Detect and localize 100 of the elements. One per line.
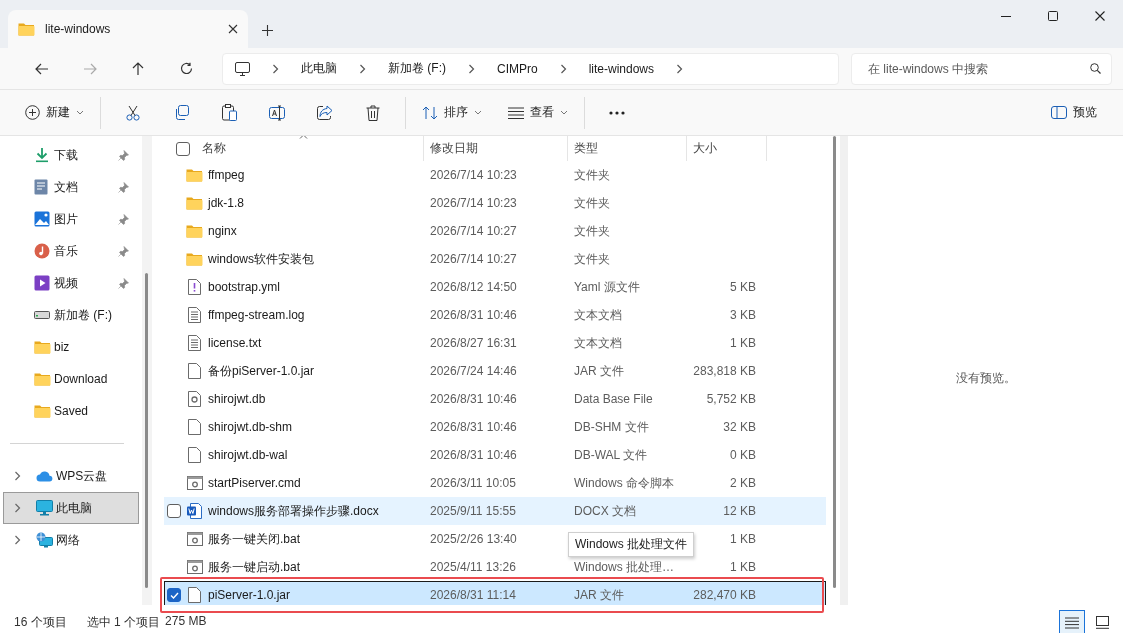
sort-button[interactable]: 排序	[414, 96, 490, 129]
view-button[interactable]: 查看	[500, 96, 576, 129]
date-cell-text: 2026/8/31 10:46	[429, 420, 518, 434]
download-icon	[34, 147, 50, 163]
file-icon	[188, 363, 201, 379]
file-name: 服务一键启动.bat	[208, 558, 300, 576]
music-icon	[34, 243, 50, 259]
breadcrumb-item[interactable]: 新加卷 (F:)	[388, 60, 446, 77]
file-row[interactable]: ffmpeg-stream.log 2026/8/31 10:46 文本文档 3 KB	[164, 301, 826, 329]
preview-pane-icon	[1051, 106, 1067, 119]
folder-icon	[34, 372, 51, 386]
row-checkbox[interactable]	[167, 504, 181, 518]
sort-arrows-icon	[422, 105, 438, 120]
caret-down-icon	[474, 110, 482, 115]
scissors-icon	[126, 104, 140, 121]
details-view-button[interactable]	[1059, 609, 1085, 633]
scrollbar-thumb[interactable]	[145, 273, 148, 588]
type-cell: 文件夹	[574, 195, 610, 210]
file-icon	[188, 587, 201, 603]
sidebar-item[interactable]: 此电脑	[3, 492, 139, 524]
rename-icon	[269, 104, 285, 121]
file-name: shirojwt.db-shm	[208, 420, 293, 434]
script-file-icon	[186, 476, 203, 490]
date-cell-text: 2026/8/31 10:46	[429, 448, 518, 462]
add-tab-icon[interactable]	[262, 25, 273, 36]
column-header[interactable]: 大小	[687, 136, 767, 161]
file-row[interactable]: jdk-1.8 2026/7/14 10:23 文件夹	[164, 189, 826, 217]
type-cell: 文件夹	[574, 223, 610, 238]
select-all-checkbox[interactable]	[176, 141, 190, 156]
breadcrumb-item[interactable]: CIMPro	[497, 61, 538, 76]
type-cell: Data Base File	[574, 392, 653, 406]
forward-arrow-icon	[83, 62, 97, 75]
sidebar-item[interactable]: biz	[0, 331, 139, 363]
file-icon	[188, 419, 201, 435]
row-checkbox[interactable]	[167, 588, 181, 602]
sidebar-item[interactable]: 网络	[3, 524, 139, 556]
sidebar-item[interactable]: 音乐	[0, 235, 139, 267]
sidebar-item[interactable]: 图片	[0, 203, 139, 235]
file-row[interactable]: nginx 2026/7/14 10:27 文件夹	[164, 217, 826, 245]
date-cell-text: 2026/8/31 10:46	[429, 392, 518, 406]
size-cell: 1 KB	[730, 560, 756, 574]
sidebar-item[interactable]: 文档	[0, 171, 139, 203]
folder-icon	[34, 404, 51, 418]
file-name: ffmpeg	[208, 168, 245, 182]
file-name: windows服务部署操作步骤.docx	[208, 502, 379, 520]
sidebar-item[interactable]: 下载	[0, 139, 139, 171]
type-cell: Yaml 源文件	[574, 279, 640, 294]
file-row[interactable]: ffmpeg 2026/7/14 10:23 文件夹	[164, 161, 826, 189]
file-name: ffmpeg-stream.log	[208, 308, 305, 322]
scrollbar-thumb[interactable]	[833, 136, 836, 588]
lines-icon	[508, 106, 524, 119]
file-row[interactable]: bootstrap.yml 2026/8/12 14:50 Yaml 源文件 5 KB	[164, 273, 826, 301]
file-row[interactable]: windows软件安装包 2026/7/14 10:27 文件夹	[164, 245, 826, 273]
file-row[interactable]: windows服务部署操作步骤.docx 2025/9/11 15:55 DOCX 文档 12 KB	[164, 497, 826, 525]
more-icon	[609, 110, 625, 115]
breadcrumb-item[interactable]: lite-windows	[588, 61, 655, 76]
up-arrow-icon	[132, 61, 144, 76]
file-row[interactable]: license.txt 2026/8/27 16:31 文本文档 1 KB	[164, 329, 826, 357]
column-header[interactable]: 修改日期	[424, 136, 568, 161]
sidebar-item[interactable]: WPS云盘	[3, 460, 139, 492]
close-icon[interactable]	[228, 24, 238, 34]
monitor-icon	[235, 61, 250, 76]
date-cell-text: 2026/8/12 14:50	[429, 280, 518, 294]
pin-icon	[118, 181, 129, 193]
search-field[interactable]: 在 lite-windows 中搜索	[866, 60, 1090, 77]
search-box[interactable]: 在 lite-windows 中搜索	[851, 52, 1112, 85]
file-row[interactable]: 备份piServer-1.0.jar 2026/7/24 14:46 JAR 文件 283,818 KB	[164, 357, 826, 385]
date-cell-text: 2026/3/11 10:05	[429, 476, 517, 490]
chevron-right-icon	[14, 471, 21, 481]
address-bar[interactable]: 此电脑 新加卷 (F:) CIMPro lite-windows	[222, 52, 839, 85]
size-cell: 1 KB	[730, 532, 756, 546]
type-cell: 文本文档	[574, 307, 622, 322]
sidebar-item[interactable]: Saved	[0, 395, 139, 427]
preview-pane-button[interactable]: 预览	[1043, 96, 1105, 129]
browser-tab[interactable]: lite-windows	[8, 10, 248, 48]
sidebar-item[interactable]: 新加卷 (F:)	[0, 299, 139, 331]
file-row[interactable]: shirojwt.db-shm 2026/8/31 10:46 DB-SHM 文件 32 KB	[164, 413, 826, 441]
new-button[interactable]: 新建	[17, 96, 92, 129]
date-cell-text: 2026/8/31 11:14	[429, 588, 517, 602]
date-cell-text: 2026/7/14 10:23	[429, 168, 518, 182]
size-cell: 1 KB	[730, 336, 756, 350]
file-row[interactable]: shirojwt.db-wal 2026/8/31 10:46 DB-WAL 文件 0 KB	[164, 441, 826, 469]
caret-down-icon	[560, 110, 568, 115]
folder-icon	[18, 22, 35, 36]
file-row[interactable]: piServer-1.0.jar 2026/8/31 11:14 JAR 文件 282,470 KB	[164, 581, 826, 605]
file-row[interactable]: startPiserver.cmd 2026/3/11 10:05 Windows 命令脚本 2 KB	[164, 469, 826, 497]
column-header[interactable]: 类型	[568, 136, 687, 161]
date-cell-text: 2025/4/11 13:26	[429, 560, 517, 574]
breadcrumb-item[interactable]: 此电脑	[301, 60, 337, 77]
script-file-icon	[186, 560, 203, 574]
column-header[interactable]: 名称	[202, 140, 226, 157]
file-row[interactable]: shirojwt.db 2026/8/31 10:46 Data Base File 5,752 KB	[164, 385, 826, 413]
sidebar-item[interactable]: 视频	[0, 267, 139, 299]
document-icon	[34, 179, 48, 195]
folder-icon	[186, 168, 203, 182]
caret-down-icon	[76, 110, 84, 115]
file-name: bootstrap.yml	[208, 280, 281, 294]
sidebar-item[interactable]: Download	[0, 363, 139, 395]
type-cell: Windows 命令脚本	[574, 475, 674, 490]
pin-icon	[118, 213, 129, 225]
